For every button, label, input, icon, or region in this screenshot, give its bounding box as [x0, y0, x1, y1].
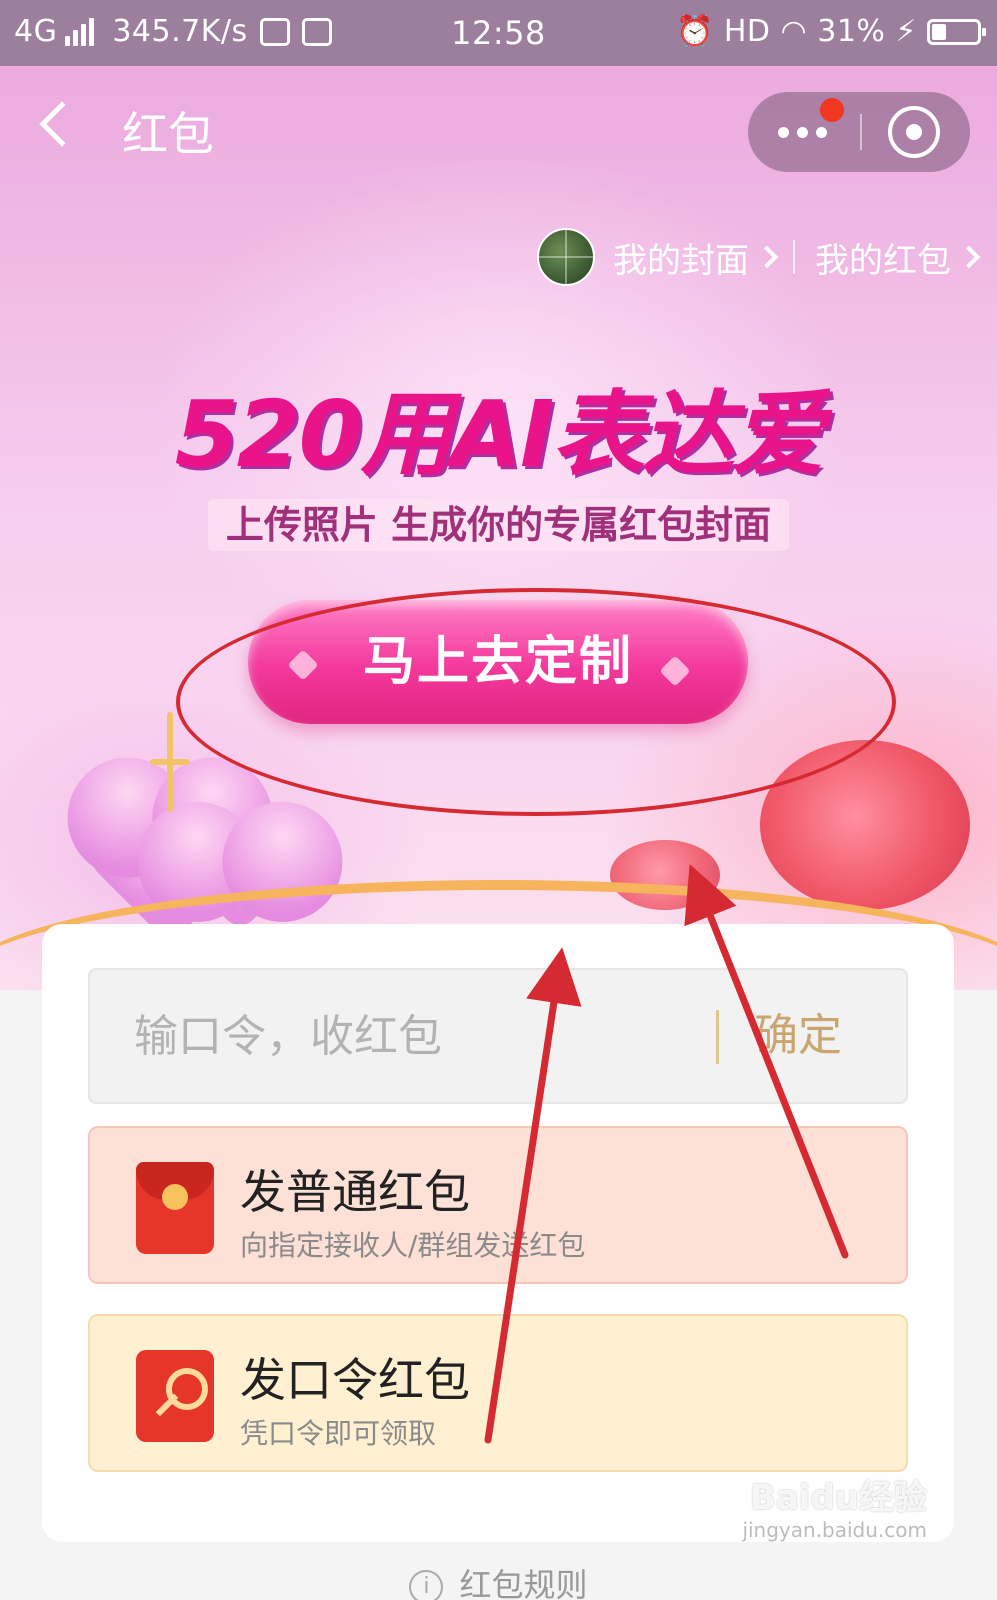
- wifi-icon: ◠: [780, 14, 808, 49]
- capsule-divider: [860, 114, 862, 150]
- option-desc: 凭口令即可领取: [240, 1417, 437, 1450]
- command-input[interactable]: [134, 970, 694, 1102]
- rules-label: 红包规则: [459, 1566, 588, 1600]
- promo-subtitle: 上传照片 生成你的专属红包封面: [0, 494, 997, 551]
- alarm-icon: ⏰: [676, 14, 714, 49]
- key-icon: [136, 1350, 214, 1442]
- back-icon[interactable]: [39, 101, 85, 147]
- option-title: 发普通红包: [240, 1165, 470, 1219]
- top-links: 我的封面 我的红包: [537, 228, 981, 286]
- battery-percent: 31%: [817, 14, 886, 49]
- highlight-circle-annotation: [176, 588, 896, 816]
- option-desc: 向指定接收人/群组发送红包: [240, 1229, 586, 1262]
- red-envelope-icon: [136, 1162, 214, 1254]
- charging-icon: ⚡: [895, 14, 917, 49]
- miniapp-capsule: [748, 92, 970, 172]
- battery-icon: [927, 18, 986, 45]
- option-title: 发口令红包: [240, 1353, 470, 1407]
- link-divider: [793, 240, 795, 274]
- promo-subtitle-text: 上传照片 生成你的专属红包封面: [207, 499, 790, 551]
- promo-title: 520用AI表达爱: [174, 381, 824, 488]
- my-redpacket-link[interactable]: 我的红包: [815, 233, 951, 282]
- my-cover-link[interactable]: 我的封面: [613, 233, 749, 282]
- watermark-logo: Baidu经验: [749, 1478, 927, 1518]
- send-normal-redpacket-option[interactable]: 发普通红包 向指定接收人/群组发送红包: [88, 1126, 908, 1284]
- cover-thumbnail[interactable]: [537, 228, 595, 286]
- chevron-right-icon: [957, 245, 981, 269]
- info-icon: i: [409, 1570, 444, 1600]
- chevron-right-icon: [755, 245, 779, 269]
- confirm-button[interactable]: 确定: [754, 970, 842, 1102]
- redpacket-card: 确定 发普通红包 向指定接收人/群组发送红包 发口令红包 凭口令即可领取: [42, 924, 954, 1542]
- more-icon[interactable]: [778, 120, 848, 144]
- hd-indicator: HD: [723, 14, 771, 49]
- close-miniapp-icon[interactable]: [888, 106, 940, 158]
- input-divider: [716, 1010, 719, 1064]
- nav-bar: 红包: [0, 66, 997, 196]
- status-bar: 4G 345.7K/s 12:58 ⏰ HD ◠ 31% ⚡: [0, 0, 997, 66]
- notification-dot: [820, 98, 844, 122]
- send-command-redpacket-option[interactable]: 发口令红包 凭口令即可领取: [88, 1314, 908, 1472]
- command-input-row: 确定: [88, 968, 908, 1104]
- watermark-url: jingyan.baidu.com: [742, 1518, 927, 1542]
- page-title: 红包: [122, 107, 214, 161]
- rules-link[interactable]: i 红包规则: [0, 1560, 997, 1600]
